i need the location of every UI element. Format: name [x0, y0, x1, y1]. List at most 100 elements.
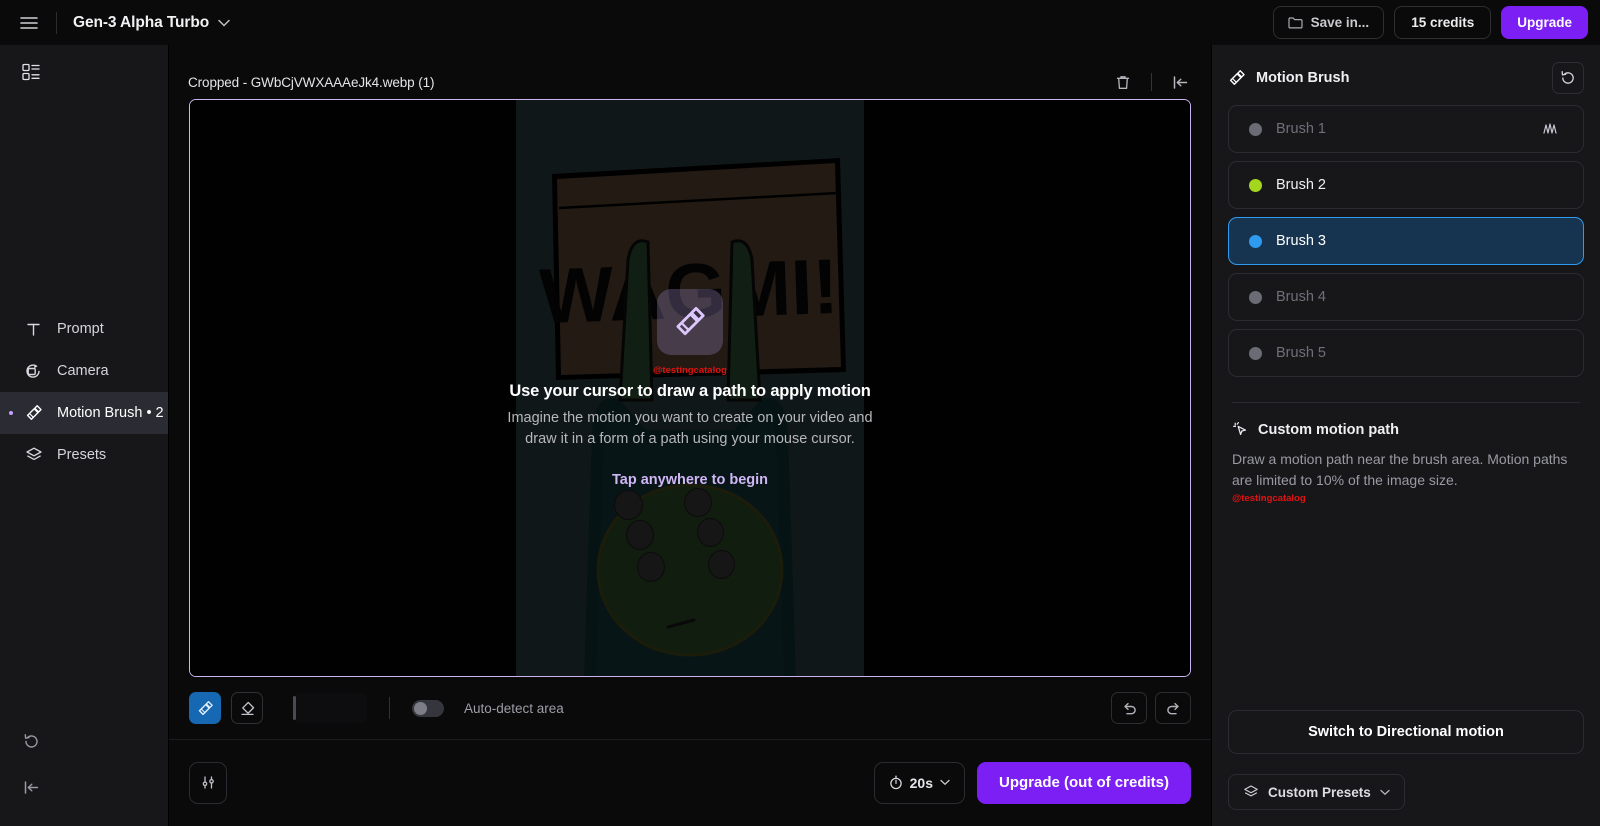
brush-color-dot — [1249, 346, 1262, 360]
brush-row-4[interactable]: Brush 4 — [1228, 273, 1584, 321]
brush-tool-button[interactable] — [189, 692, 221, 724]
brush-size-slider[interactable] — [293, 693, 367, 723]
paintbrush-icon — [24, 404, 43, 423]
brush-list: Brush 1 Brush 2 Brush 3 Brush 4 Brush 5 — [1228, 103, 1584, 377]
sidebar-item-label: Camera — [57, 363, 109, 379]
image-canvas[interactable]: WAGMI! — [189, 99, 1191, 677]
reset-icon — [1560, 70, 1576, 86]
brush-row-2[interactable]: Brush 2 — [1228, 161, 1584, 209]
sidebar-item-camera[interactable]: Camera — [0, 350, 168, 392]
custom-motion-title: Custom motion path — [1258, 421, 1399, 438]
panel-header: Motion Brush — [1228, 45, 1584, 103]
brush-row-3[interactable]: Brush 3 — [1228, 217, 1584, 265]
watermark: @testingcatalog — [653, 364, 727, 376]
duration-selector[interactable]: 20s — [873, 761, 965, 804]
sidebar-item-motion-brush[interactable]: Motion Brush • 2 — [0, 392, 168, 434]
rail-nav: Prompt Camera Motion Brush • 2 Presets — [0, 308, 168, 476]
layers-icon — [24, 446, 43, 465]
timer-icon — [889, 775, 903, 790]
brush-label: Brush 3 — [1276, 233, 1326, 249]
sidebar-item-presets[interactable]: Presets — [0, 434, 168, 476]
sidebar-item-label: Presets — [57, 447, 107, 463]
center-workspace: Cropped - GWbCjVWXAAAeJk4.webp (1) @test… — [169, 45, 1211, 826]
panel-footer: Switch to Directional motion Custom Pres… — [1228, 710, 1584, 826]
credits-button[interactable]: 15 credits — [1394, 6, 1492, 39]
rail-bottom — [0, 724, 168, 826]
file-title: Cropped - GWbCjVWXAAAeJk4.webp (1) — [188, 74, 435, 90]
brush-color-dot — [1249, 122, 1262, 136]
upgrade-button[interactable]: Upgrade — [1501, 6, 1588, 39]
eraser-icon — [239, 700, 256, 717]
history-actions — [1111, 692, 1191, 724]
collapse-left-icon[interactable] — [1165, 67, 1195, 97]
brush-row-5[interactable]: Brush 5 — [1228, 329, 1584, 377]
toolbar-divider — [56, 11, 57, 34]
paintbrush-icon — [197, 700, 214, 717]
bottom-bar: 20s Upgrade (out of credits) — [169, 739, 1211, 825]
model-selector[interactable]: Gen-3 Alpha Turbo — [73, 14, 230, 32]
settings-button[interactable] — [189, 761, 227, 804]
switch-motion-mode-button[interactable]: Switch to Directional motion — [1228, 710, 1584, 754]
sidebar-item-label: Motion Brush • 2 — [57, 405, 164, 421]
brush-color-dot — [1249, 234, 1262, 248]
watermark: @testingcatalog — [1232, 493, 1306, 504]
instruction-subtitle: Imagine the motion you want to create on… — [507, 409, 873, 447]
custom-motion-header: Custom motion path — [1228, 421, 1584, 438]
eraser-tool-button[interactable] — [231, 692, 263, 724]
brush-color-dot — [1249, 290, 1262, 304]
reset-brushes-button[interactable] — [1552, 62, 1584, 94]
layout-list-icon[interactable] — [14, 55, 48, 89]
sidebar-item-prompt[interactable]: Prompt — [0, 308, 168, 350]
motion-brush-panel: Motion Brush Brush 1 Brush 2 Brush 3 Bru… — [1211, 45, 1600, 826]
save-in-button[interactable]: Save in... — [1272, 6, 1385, 39]
chevron-down-icon — [940, 779, 950, 786]
active-dot-icon — [9, 411, 13, 415]
auto-detect-toggle[interactable] — [412, 699, 444, 717]
paintbrush-icon — [1228, 69, 1246, 87]
brush-label: Brush 5 — [1276, 345, 1326, 361]
brush-label: Brush 2 — [1276, 177, 1326, 193]
top-bar-actions: Save in... 15 credits Upgrade — [1272, 6, 1588, 39]
generation-actions: 20s Upgrade (out of credits) — [873, 761, 1191, 804]
app-root: Gen-3 Alpha Turbo Save in... 15 credits … — [0, 0, 1600, 826]
collapse-panel-icon[interactable] — [14, 770, 48, 804]
toggle-knob — [414, 701, 427, 715]
trash-icon[interactable] — [1108, 67, 1138, 97]
waveform-icon[interactable] — [1543, 122, 1563, 136]
auto-detect-label: Auto-detect area — [464, 700, 564, 716]
slider-handle[interactable] — [293, 696, 296, 720]
brush-row-1[interactable]: Brush 1 — [1228, 105, 1584, 153]
redo-button[interactable] — [1155, 692, 1191, 724]
brush-toolbar: Auto-detect area — [169, 677, 1211, 739]
canvas-wrap: WAGMI! — [169, 99, 1211, 677]
save-in-label: Save in... — [1310, 15, 1370, 30]
panel-divider — [1232, 402, 1580, 403]
brush-color-dot — [1249, 178, 1262, 192]
cursor-sparkle-icon — [1232, 421, 1249, 438]
chevron-down-icon — [218, 19, 230, 27]
camera-rotate-icon — [24, 362, 43, 381]
custom-presets-button[interactable]: Custom Presets — [1228, 774, 1405, 810]
reset-history-icon[interactable] — [14, 724, 48, 758]
rail-top — [0, 45, 168, 89]
canvas-header: Cropped - GWbCjVWXAAAeJk4.webp (1) — [169, 65, 1211, 99]
sidebar-item-label: Prompt — [57, 321, 104, 337]
text-t-icon — [24, 320, 43, 339]
undo-button[interactable] — [1111, 692, 1147, 724]
duration-label: 20s — [909, 774, 933, 791]
panel-title: Motion Brush — [1256, 70, 1350, 86]
generate-button[interactable]: Upgrade (out of credits) — [976, 761, 1191, 804]
custom-motion-description: Draw a motion path near the brush area. … — [1232, 451, 1568, 488]
custom-presets-label: Custom Presets — [1268, 784, 1371, 800]
paintbrush-icon — [673, 305, 707, 339]
brush-label: Brush 1 — [1276, 121, 1326, 137]
left-rail: Prompt Camera Motion Brush • 2 Presets — [0, 45, 169, 826]
toolbar-divider — [389, 697, 390, 719]
folder-icon — [1288, 16, 1303, 29]
brush-label: Brush 4 — [1276, 289, 1326, 305]
layers-icon — [1243, 784, 1259, 800]
instruction-title: Use your cursor to draw a path to apply … — [509, 381, 871, 400]
tap-to-begin-cta[interactable]: Tap anywhere to begin — [612, 472, 768, 488]
hamburger-icon[interactable] — [14, 8, 44, 38]
brush-badge — [657, 288, 723, 355]
